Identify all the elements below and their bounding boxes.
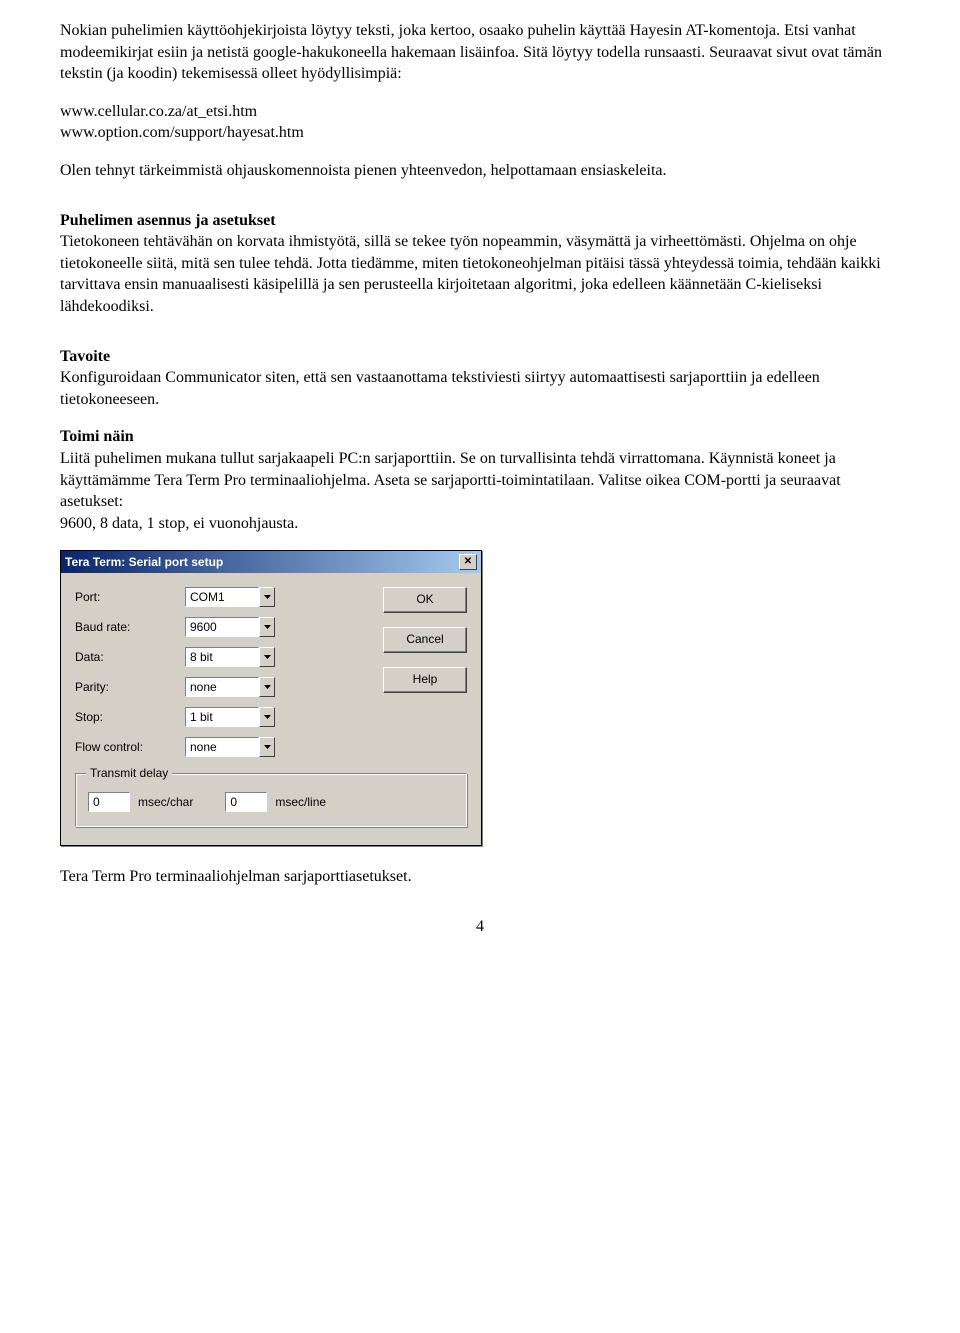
chevron-down-icon[interactable] [259, 647, 275, 667]
stop-combo[interactable]: 1 bit [185, 707, 275, 727]
figure-caption: Tera Term Pro terminaaliohjelman sarjapo… [60, 866, 900, 888]
data-label: Data: [75, 650, 185, 664]
ok-button[interactable]: OK [383, 587, 467, 613]
chevron-down-icon[interactable] [259, 737, 275, 757]
port-combo[interactable]: COM1 [185, 587, 275, 607]
chevron-down-icon[interactable] [259, 617, 275, 637]
stop-row: Stop: 1 bit [75, 707, 467, 727]
flow-combo[interactable]: none [185, 737, 275, 757]
paragraph: Liitä puhelimen mukana tullut sarjakaape… [60, 448, 900, 513]
help-button[interactable]: Help [383, 667, 467, 693]
section-heading-toimi: Toimi näin [60, 428, 134, 445]
dialog-body: OK Cancel Help Port: COM1 Baud rate: 960… [61, 573, 481, 845]
chevron-down-icon[interactable] [259, 587, 275, 607]
data-combo[interactable]: 8 bit [185, 647, 275, 667]
chevron-down-icon[interactable] [259, 677, 275, 697]
serial-port-setup-dialog: Tera Term: Serial port setup ✕ OK Cancel… [60, 550, 482, 846]
group-legend: Transmit delay [86, 766, 172, 780]
section-heading-tavoite: Tavoite [60, 348, 110, 365]
transmit-delay-group: Transmit delay 0 msec/char 0 msec/line [75, 773, 467, 827]
url-text: www.cellular.co.za/at_etsi.htm [60, 103, 257, 120]
flow-value: none [185, 737, 259, 757]
paragraph: Olen tehnyt tärkeimmistä ohjauskomennois… [60, 160, 900, 182]
settings-line: 9600, 8 data, 1 stop, ei vuonohjausta. [60, 513, 900, 535]
chevron-down-icon[interactable] [259, 707, 275, 727]
data-value: 8 bit [185, 647, 259, 667]
stop-label: Stop: [75, 710, 185, 724]
delay-line-unit: msec/line [275, 795, 326, 809]
baud-label: Baud rate: [75, 620, 185, 634]
stop-value: 1 bit [185, 707, 259, 727]
link-list: www.cellular.co.za/at_etsi.htm www.optio… [60, 101, 900, 144]
close-button[interactable]: ✕ [459, 554, 477, 570]
document-page: Nokian puhelimien käyttöohjekirjoista lö… [0, 0, 960, 976]
url-text: www.option.com/support/hayesat.htm [60, 124, 304, 141]
parity-combo[interactable]: none [185, 677, 275, 697]
parity-label: Parity: [75, 680, 185, 694]
parity-value: none [185, 677, 259, 697]
paragraph: Konfiguroidaan Communicator siten, että … [60, 367, 900, 410]
flow-label: Flow control: [75, 740, 185, 754]
page-number: 4 [60, 918, 900, 936]
delay-char-unit: msec/char [138, 795, 193, 809]
delay-char-input[interactable]: 0 [88, 792, 130, 812]
close-icon: ✕ [464, 557, 472, 567]
delay-line-input[interactable]: 0 [225, 792, 267, 812]
port-label: Port: [75, 590, 185, 604]
baud-combo[interactable]: 9600 [185, 617, 275, 637]
cancel-button[interactable]: Cancel [383, 627, 467, 653]
paragraph: Tietokoneen tehtävähän on korvata ihmist… [60, 231, 900, 317]
baud-value: 9600 [185, 617, 259, 637]
dialog-title: Tera Term: Serial port setup [65, 555, 223, 569]
paragraph: Nokian puhelimien käyttöohjekirjoista lö… [60, 20, 900, 85]
dialog-titlebar: Tera Term: Serial port setup ✕ [61, 551, 481, 573]
dialog-button-column: OK Cancel Help [383, 587, 467, 693]
port-value: COM1 [185, 587, 259, 607]
flow-row: Flow control: none [75, 737, 467, 757]
section-heading-asennus: Puhelimen asennus ja asetukset [60, 212, 276, 229]
